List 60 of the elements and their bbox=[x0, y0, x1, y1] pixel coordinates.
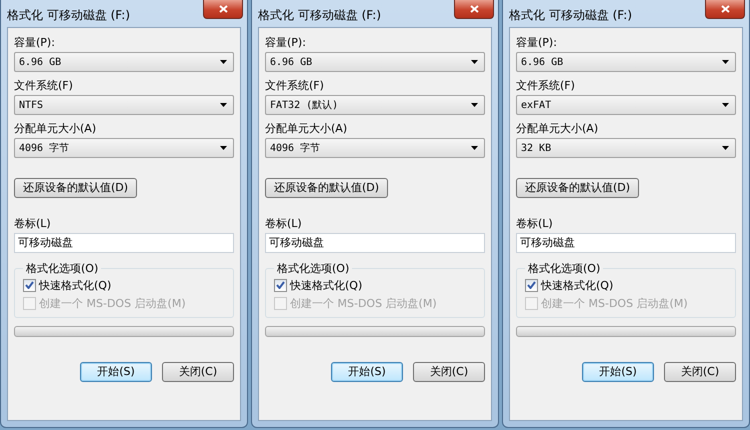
close-button[interactable] bbox=[705, 0, 745, 19]
volume-label-field[interactable]: 可移动磁盘 bbox=[265, 232, 485, 252]
dialog-button[interactable]: 开始(S) bbox=[80, 362, 152, 382]
field-label: 分配单元大小(A) bbox=[14, 122, 98, 136]
dialog-button[interactable]: 关闭(C) bbox=[664, 362, 736, 382]
field-label: 文件系统(F) bbox=[14, 79, 74, 93]
field-label: 容量(P): bbox=[14, 36, 56, 50]
checkbox-option[interactable]: 快速格式化(Q) bbox=[274, 278, 476, 292]
dropdown-arrow-icon bbox=[471, 103, 478, 107]
dropdown-arrow-icon bbox=[471, 146, 478, 150]
file-system-dropdown[interactable]: exFAT bbox=[516, 95, 736, 115]
field-label: 容量(P): bbox=[516, 36, 558, 50]
field-label: 卷标(L) bbox=[14, 216, 52, 230]
dropdown-arrow-icon bbox=[220, 146, 227, 150]
field-label: 容量(P): bbox=[265, 36, 307, 50]
close-icon bbox=[720, 5, 730, 13]
volume-label-field[interactable]: 可移动磁盘 bbox=[516, 232, 736, 252]
field-label: 文件系统(F) bbox=[516, 79, 576, 93]
dropdown-arrow-icon bbox=[722, 60, 729, 64]
checkbox[interactable] bbox=[525, 278, 538, 292]
dialog-button[interactable]: 开始(S) bbox=[331, 362, 403, 382]
field-label: 分配单元大小(A) bbox=[516, 122, 600, 136]
checkbox[interactable] bbox=[274, 278, 287, 292]
close-icon bbox=[470, 5, 478, 13]
restore-defaults-button[interactable]: 还原设备的默认值(D) bbox=[14, 178, 138, 198]
dropdown-arrow-icon bbox=[722, 103, 729, 107]
field-label: 卷标(L) bbox=[516, 216, 554, 230]
restore-defaults-button[interactable]: 还原设备的默认值(D) bbox=[516, 178, 640, 198]
dropdown-arrow-icon bbox=[722, 146, 729, 150]
capacity-dropdown[interactable]: 6.96 GB bbox=[265, 52, 485, 72]
allocation-size-dropdown[interactable]: 4096 字节 bbox=[265, 138, 485, 158]
capacity-dropdown[interactable]: 6.96 GB bbox=[516, 52, 736, 72]
file-system-dropdown[interactable]: FAT32 (默认) bbox=[265, 95, 485, 115]
field-label: 卷标(L) bbox=[265, 216, 303, 230]
file-system-dropdown[interactable]: NTFS bbox=[14, 95, 234, 115]
dialog-button[interactable]: 关闭(C) bbox=[162, 362, 234, 382]
dialog-button[interactable]: 关闭(C) bbox=[413, 362, 485, 382]
volume-label-field[interactable]: 可移动磁盘 bbox=[14, 232, 234, 252]
dialog-button[interactable]: 开始(S) bbox=[582, 362, 654, 382]
checkbox[interactable] bbox=[23, 278, 36, 292]
group-title: 格式化选项(O) bbox=[25, 260, 100, 276]
window-title: 格式化 可移动磁盘 (F:) bbox=[509, 7, 632, 24]
window-title: 格式化 可移动磁盘 (F:) bbox=[7, 7, 130, 24]
group-title: 格式化选项(O) bbox=[527, 260, 602, 276]
restore-defaults-button[interactable]: 还原设备的默认值(D) bbox=[265, 178, 388, 198]
dropdown-arrow-icon bbox=[220, 60, 227, 64]
checkbox-option[interactable]: 快速格式化(Q) bbox=[23, 278, 225, 292]
checkbox-option[interactable]: 快速格式化(Q) bbox=[525, 278, 727, 292]
allocation-size-dropdown[interactable]: 32 KB bbox=[516, 138, 736, 158]
close-icon bbox=[218, 5, 228, 13]
group-title: 格式化选项(O) bbox=[276, 260, 350, 276]
field-label: 文件系统(F) bbox=[265, 79, 325, 93]
capacity-dropdown[interactable]: 6.96 GB bbox=[14, 52, 234, 72]
close-button[interactable] bbox=[203, 0, 243, 19]
close-button[interactable] bbox=[454, 0, 494, 19]
window-title: 格式化 可移动磁盘 (F:) bbox=[258, 7, 382, 24]
allocation-size-dropdown[interactable]: 4096 字节 bbox=[14, 138, 234, 158]
dropdown-arrow-icon bbox=[471, 60, 478, 64]
field-label: 分配单元大小(A) bbox=[265, 122, 348, 136]
dropdown-arrow-icon bbox=[220, 103, 227, 107]
